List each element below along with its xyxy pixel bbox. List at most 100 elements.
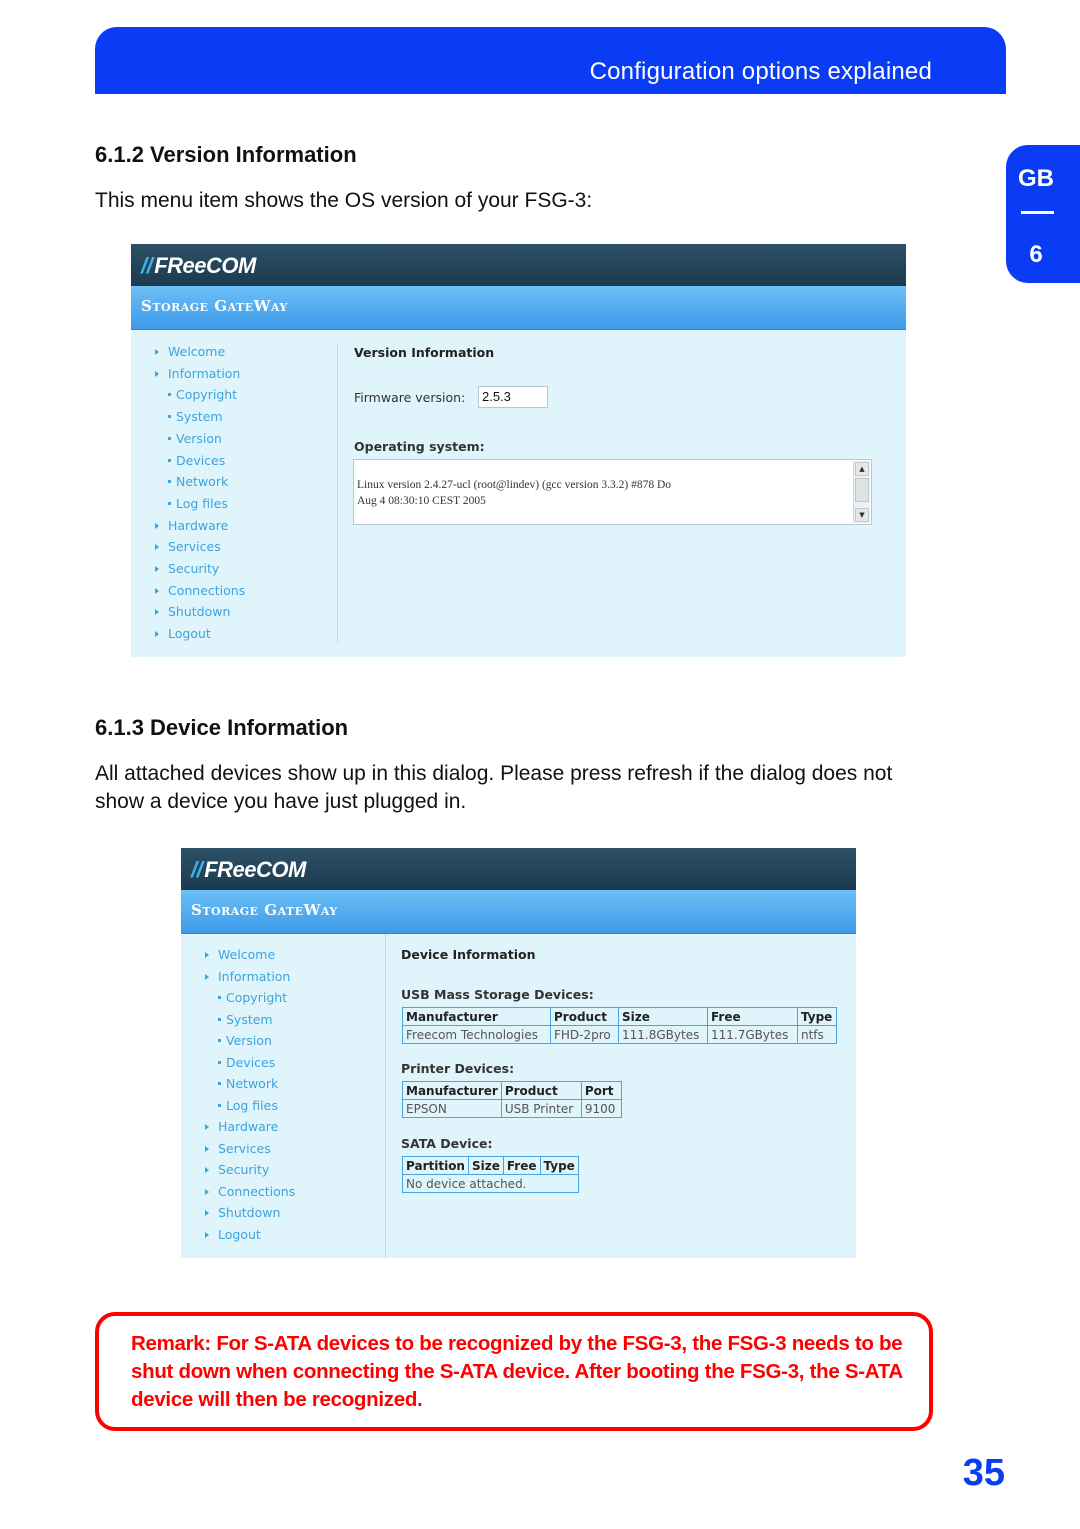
sidebar-item-system[interactable]: System (218, 1012, 273, 1027)
sidebar-item-services[interactable]: Services (155, 539, 221, 554)
sidebar-item-network[interactable]: Network (168, 474, 228, 489)
sidebar-item-welcome[interactable]: Welcome (205, 947, 275, 962)
firmware-version-field[interactable]: 2.5.3 (478, 386, 548, 408)
sidebar-item-security[interactable]: Security (205, 1162, 269, 1177)
sidebar-item-network[interactable]: Network (218, 1076, 278, 1091)
sidebar-item-security[interactable]: Security (155, 561, 219, 576)
bullet-icon (168, 458, 171, 462)
column-header: Port (580, 1081, 622, 1100)
column-header: Manufacturer (402, 1081, 502, 1100)
sidebar-item-label: Devices (226, 1054, 276, 1070)
arrow-right-icon (205, 1210, 209, 1216)
table-row: EPSON USB Printer 9100 (402, 1099, 622, 1118)
bullet-icon (168, 480, 171, 484)
sata-empty-message: No device attached. (402, 1174, 579, 1193)
sidebar-item-label: System (176, 409, 223, 425)
sidebar-item-version[interactable]: Version (168, 431, 222, 446)
bullet-icon (218, 1017, 221, 1021)
arrow-right-icon (155, 566, 159, 572)
table-cell: ntfs (797, 1025, 837, 1044)
table-cell: 111.7GBytes (707, 1025, 798, 1044)
sidebar-item-welcome[interactable]: Welcome (155, 344, 225, 359)
arrow-right-icon (205, 1188, 209, 1195)
sidebar-item-label: Log files (176, 495, 228, 511)
sidebar-item-label: Services (168, 539, 221, 555)
scroll-down-icon[interactable]: ▼ (855, 508, 869, 522)
table-cell: EPSON (402, 1099, 502, 1118)
sidebar-item-label: Logout (168, 626, 211, 642)
chapter-title: Configuration options explained (589, 58, 932, 85)
sata-device-label: SATA Device: (401, 1136, 493, 1151)
arrow-right-icon (155, 370, 159, 377)
product-bar: Storage GateWay (181, 890, 856, 934)
sidebar-item-logout[interactable]: Logout (205, 1227, 261, 1242)
sidebar-item-label: Services (218, 1140, 271, 1156)
sidebar-item-services[interactable]: Services (205, 1141, 271, 1156)
os-textarea[interactable]: Linux version 2.4.27-ucl (root@lindev) (… (353, 459, 872, 525)
sidebar-item-label: Security (168, 561, 220, 576)
column-header: Free (502, 1156, 541, 1175)
sidebar-item-information[interactable]: Information (155, 366, 240, 381)
sidebar-item-system[interactable]: System (168, 409, 223, 424)
section-intro-version: This menu item shows the OS version of y… (95, 189, 593, 212)
sata-device-table: Partition Size Free Type No device attached… (402, 1156, 579, 1193)
sidebar-item-version[interactable]: Version (218, 1033, 272, 1048)
sidebar-item-copyright[interactable]: Copyright (218, 990, 287, 1005)
nav-divider (337, 344, 338, 643)
section-intro-device: All attached devices show up in this dia… (95, 762, 893, 813)
sidebar-item-label: Information (218, 968, 291, 984)
sidebar-item-connections[interactable]: Connections (155, 583, 245, 598)
sidebar-item-connections[interactable]: Connections (205, 1184, 295, 1199)
sidebar-item-label: Copyright (226, 990, 288, 1005)
column-header: Type (539, 1156, 579, 1175)
section-heading-device: 6.1.3 Device Information (95, 715, 349, 740)
scroll-thumb[interactable] (855, 478, 869, 502)
sidebar-item-label: Devices (176, 452, 226, 468)
freecom-logo: //FReeCOM (191, 857, 306, 882)
chapter-header-bar: Configuration options explained (95, 27, 1006, 94)
column-header: Manufacturer (402, 1007, 551, 1026)
sidebar-item-label: Connections (168, 582, 246, 598)
column-header: Size (618, 1007, 708, 1026)
bullet-icon (218, 1039, 221, 1042)
bullet-icon (218, 1103, 221, 1107)
table-cell: FHD-2pro (550, 1025, 619, 1044)
arrow-right-icon (155, 609, 159, 616)
sidebar-item-shutdown[interactable]: Shutdown (205, 1205, 280, 1220)
sidebar-item-shutdown[interactable]: Shutdown (155, 604, 230, 619)
nav-divider (385, 934, 386, 1258)
chapter-number: 6 (1029, 241, 1043, 268)
sidebar-item-hardware[interactable]: Hardware (155, 518, 228, 533)
sidebar-item-label: Logout (218, 1226, 261, 1242)
sidebar-item-hardware[interactable]: Hardware (205, 1119, 278, 1134)
sidebar-item-information[interactable]: Information (205, 969, 290, 984)
usb-devices-table: Manufacturer Product Size Free Type Freecom … (402, 1007, 837, 1044)
table-cell: Freecom Technologies (402, 1025, 551, 1044)
panel-title: Device Information (401, 947, 536, 962)
column-header: Partition (402, 1156, 469, 1175)
sidebar-item-copyright[interactable]: Copyright (168, 387, 237, 402)
sidebar-item-log-files[interactable]: Log files (168, 496, 228, 511)
sidebar-item-label: Shutdown (168, 604, 231, 620)
arrow-right-icon (155, 631, 159, 638)
os-label: Operating system: (354, 439, 485, 454)
sidebar-item-devices[interactable]: Devices (218, 1055, 275, 1070)
bullet-icon (168, 436, 171, 440)
sidebar-item-logout[interactable]: Logout (155, 626, 211, 641)
bullet-icon (168, 501, 171, 505)
bullet-icon (218, 1060, 221, 1064)
sidebar-item-log-files[interactable]: Log files (218, 1098, 278, 1113)
product-name: Storage GateWay (191, 901, 338, 919)
bullet-icon (218, 1082, 221, 1085)
table-cell: 111.8GBytes (618, 1025, 708, 1044)
scroll-up-icon[interactable]: ▲ (855, 462, 869, 476)
bullet-icon (218, 996, 221, 999)
column-header: Free (707, 1007, 798, 1026)
os-scrollbar[interactable]: ▲ ▼ (853, 461, 870, 523)
arrow-right-icon (205, 1145, 209, 1152)
arrow-right-icon (205, 1124, 209, 1130)
sidebar-item-label: Version (176, 430, 222, 446)
sidebar-item-devices[interactable]: Devices (168, 453, 225, 468)
section-heading-version: 6.1.2 Version Information (95, 142, 357, 167)
firmware-label: Firmware version: (354, 390, 466, 405)
